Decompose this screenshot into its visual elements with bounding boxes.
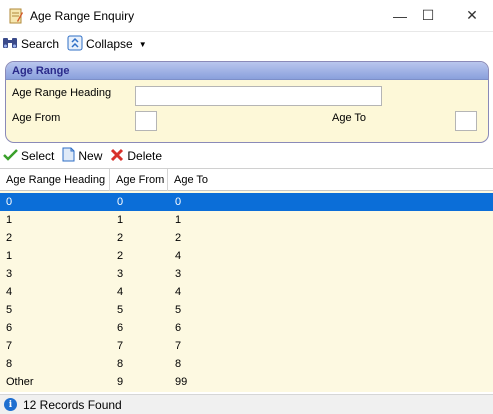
window-title: Age Range Enquiry bbox=[30, 9, 135, 23]
table-cell: 5 bbox=[175, 304, 182, 316]
table-cell: 0 bbox=[6, 196, 13, 208]
table-cell: 6 bbox=[175, 322, 182, 334]
table-row[interactable]: 7 7 7 bbox=[0, 337, 493, 355]
table-cell: 4 bbox=[117, 286, 124, 298]
table-cell: 4 bbox=[6, 286, 13, 298]
column-header-age-range-heading[interactable]: Age Range Heading bbox=[0, 169, 110, 191]
grid-header: Age Range Heading Age From Age To bbox=[0, 169, 493, 191]
table-cell: 6 bbox=[117, 322, 124, 334]
table-row[interactable]: 3 3 3 bbox=[0, 265, 493, 283]
age-range-criteria-panel: Age Range Age Range Heading Age From Age… bbox=[5, 61, 489, 143]
table-cell: 1 bbox=[6, 250, 13, 262]
column-header-age-from[interactable]: Age From bbox=[110, 169, 168, 191]
toolbar: Search Collapse ▼ bbox=[0, 33, 493, 55]
age-to-input[interactable] bbox=[455, 111, 477, 131]
table-row[interactable]: 1 1 1 bbox=[0, 211, 493, 229]
table-cell: 3 bbox=[6, 268, 13, 280]
table-cell: 8 bbox=[175, 358, 182, 370]
table-cell: 9 bbox=[117, 376, 124, 388]
table-cell: 0 bbox=[117, 196, 124, 208]
table-row[interactable]: Other 9 99 bbox=[0, 373, 493, 391]
table-row[interactable]: 6 6 6 bbox=[0, 319, 493, 337]
age-to-label: Age To bbox=[332, 112, 367, 124]
table-row[interactable]: 2 2 2 bbox=[0, 229, 493, 247]
table-cell: 2 bbox=[117, 250, 124, 262]
table-row[interactable]: 5 5 5 bbox=[0, 301, 493, 319]
close-button[interactable]: ✕ bbox=[454, 0, 490, 31]
title-bar: Age Range Enquiry — ☐ ✕ bbox=[0, 0, 493, 32]
info-icon: i bbox=[4, 398, 17, 411]
column-header-age-to[interactable]: Age To bbox=[168, 169, 493, 191]
table-cell: 4 bbox=[175, 286, 182, 298]
select-button[interactable]: Select bbox=[3, 148, 54, 165]
table-row[interactable]: 4 4 4 bbox=[0, 283, 493, 301]
delete-button[interactable]: Delete bbox=[110, 148, 162, 165]
maximize-button[interactable]: ☐ bbox=[410, 0, 446, 31]
table-cell: 3 bbox=[117, 268, 124, 280]
table-cell: 1 bbox=[175, 214, 182, 226]
app-icon bbox=[8, 8, 24, 24]
new-document-icon bbox=[62, 147, 78, 165]
record-count: 12 Records Found bbox=[23, 397, 122, 412]
age-range-heading-label: Age Range Heading bbox=[12, 87, 112, 99]
table-cell: 8 bbox=[6, 358, 13, 370]
table-cell: 3 bbox=[175, 268, 182, 280]
table-cell: 2 bbox=[117, 232, 124, 244]
table-cell: 8 bbox=[117, 358, 124, 370]
table-row[interactable]: 0 0 0 bbox=[0, 193, 493, 211]
search-button[interactable]: Search bbox=[2, 36, 59, 53]
collapse-button[interactable]: Collapse ▼ bbox=[67, 35, 147, 54]
status-bar: i 12 Records Found bbox=[0, 394, 493, 414]
select-label: Select bbox=[21, 149, 55, 163]
age-from-label: Age From bbox=[12, 112, 61, 124]
table-cell: 7 bbox=[6, 340, 13, 352]
group-title: Age Range bbox=[6, 62, 488, 80]
table-cell: 6 bbox=[6, 322, 13, 334]
new-button[interactable]: New bbox=[62, 147, 102, 165]
table-cell: 1 bbox=[6, 214, 13, 226]
delete-label: Delete bbox=[127, 149, 163, 163]
table-cell: 7 bbox=[175, 340, 182, 352]
table-cell: 2 bbox=[175, 232, 182, 244]
age-range-grid: Age Range Heading Age From Age To 000111… bbox=[0, 168, 493, 392]
new-label: New bbox=[78, 149, 103, 163]
age-from-input[interactable] bbox=[135, 111, 157, 131]
table-cell: 5 bbox=[117, 304, 124, 316]
table-cell: 4 bbox=[175, 250, 182, 262]
search-label: Search bbox=[21, 37, 60, 51]
checkmark-icon bbox=[3, 148, 21, 165]
table-row[interactable]: 1 2 4 bbox=[0, 247, 493, 265]
table-cell: 1 bbox=[117, 214, 124, 226]
action-bar: Select New Delete bbox=[0, 146, 493, 166]
table-cell: 7 bbox=[117, 340, 124, 352]
delete-x-icon bbox=[110, 148, 127, 165]
table-cell: 2 bbox=[6, 232, 13, 244]
table-cell: 99 bbox=[175, 376, 188, 388]
binoculars-icon bbox=[2, 36, 21, 53]
collapse-label: Collapse bbox=[86, 37, 133, 51]
table-cell: Other bbox=[6, 376, 34, 388]
age-range-heading-input[interactable] bbox=[135, 86, 382, 106]
table-cell: 0 bbox=[175, 196, 182, 208]
table-row[interactable]: 8 8 8 bbox=[0, 355, 493, 373]
chevron-down-icon[interactable]: ▼ bbox=[139, 40, 147, 49]
collapse-icon bbox=[67, 35, 86, 54]
table-cell: 5 bbox=[6, 304, 13, 316]
